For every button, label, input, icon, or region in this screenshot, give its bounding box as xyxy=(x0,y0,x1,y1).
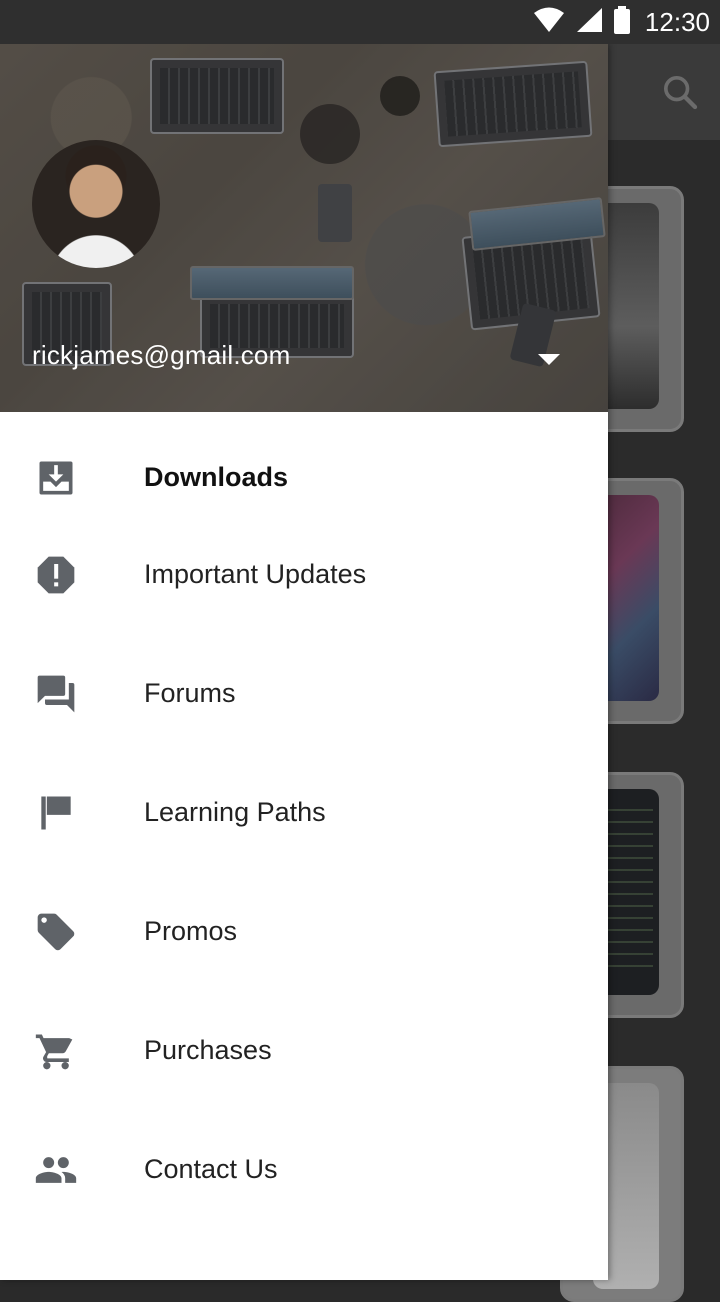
menu-item-important-updates[interactable]: Important Updates xyxy=(0,523,608,623)
menu-item-label: Purchases xyxy=(144,1035,272,1065)
menu-item-downloads[interactable]: Downloads xyxy=(0,426,608,526)
menu-item-learning-paths[interactable]: Learning Paths xyxy=(0,761,608,861)
menu-item-label: Important Updates xyxy=(144,559,367,589)
forum-icon xyxy=(34,672,78,716)
people-icon xyxy=(34,1148,78,1192)
menu-item-label: Learning Paths xyxy=(144,797,326,827)
avatar[interactable] xyxy=(32,140,160,268)
menu-item-forums[interactable]: Forums xyxy=(0,642,608,742)
download-icon xyxy=(34,456,78,500)
menu-item-promos[interactable]: Promos xyxy=(0,880,608,980)
search-icon[interactable] xyxy=(660,72,700,112)
battery-icon xyxy=(613,5,631,39)
flag-icon xyxy=(34,791,78,835)
drawer-header: rickjames@gmail.com xyxy=(0,44,608,412)
cart-icon xyxy=(34,1029,78,1073)
menu-item-label: Downloads xyxy=(144,462,289,492)
signal-icon xyxy=(575,7,603,38)
menu-item-label: Contact Us xyxy=(144,1154,278,1184)
wifi-icon xyxy=(533,7,565,38)
status-time: 12:30 xyxy=(644,6,710,37)
menu-item-label: Forums xyxy=(144,678,236,708)
navigation-drawer: rickjames@gmail.com Downloads Important … xyxy=(0,44,608,1280)
menu-item-contact-us[interactable]: Contact Us xyxy=(0,1118,608,1218)
account-email: rickjames@gmail.com xyxy=(32,340,291,370)
chevron-down-icon[interactable] xyxy=(538,354,560,365)
menu-item-label: Promos xyxy=(144,916,238,946)
status-bar: 12:30 xyxy=(0,0,720,44)
tag-icon xyxy=(34,910,78,954)
menu-item-purchases[interactable]: Purchases xyxy=(0,999,608,1099)
alert-icon xyxy=(34,553,78,597)
